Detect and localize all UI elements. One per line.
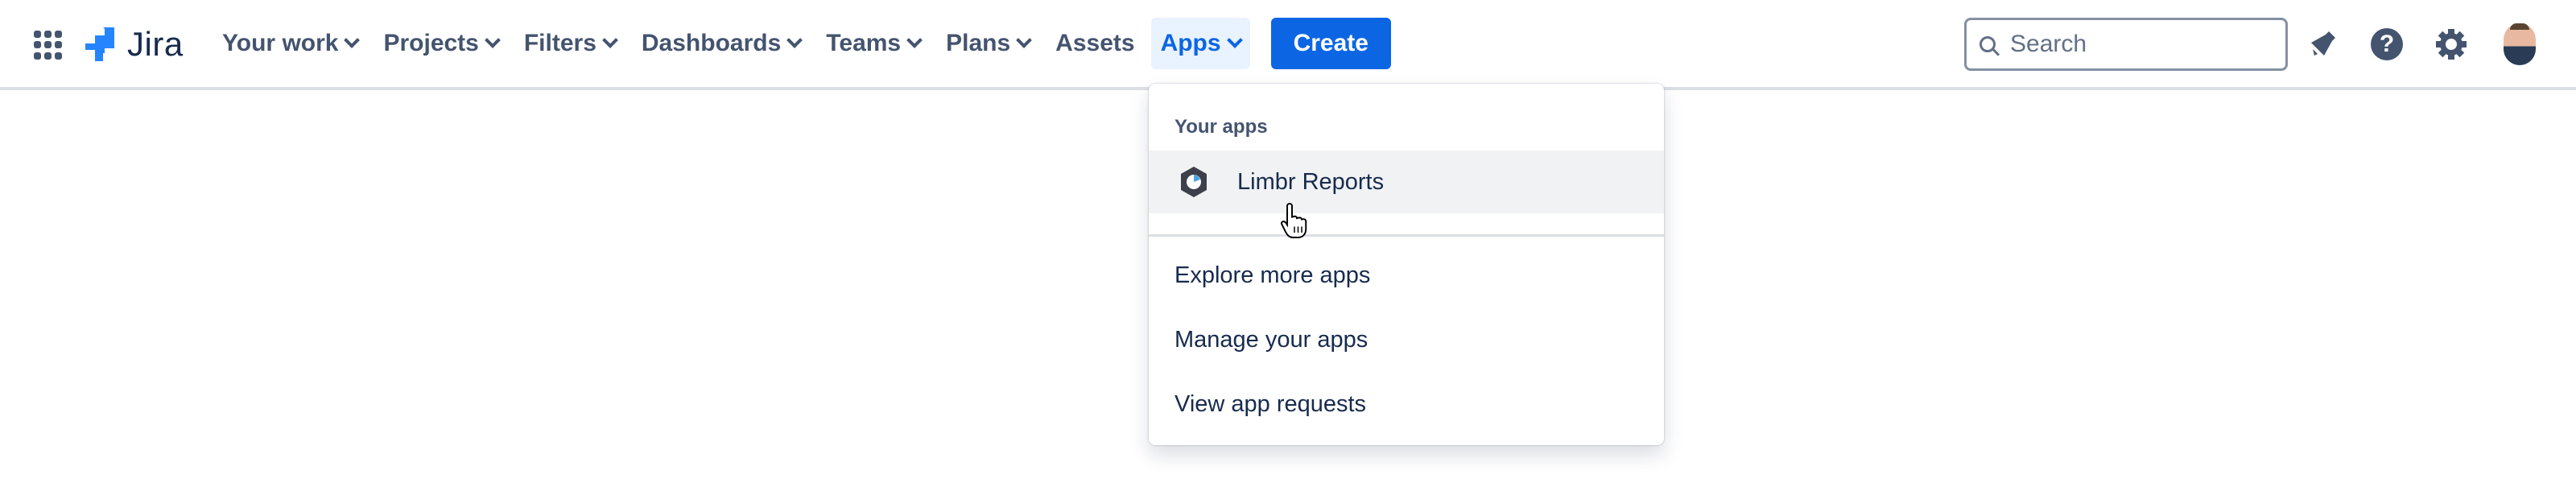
create-button[interactable]: Create	[1270, 18, 1391, 69]
nav-label: Teams	[826, 30, 902, 56]
search-input[interactable]	[2008, 30, 2269, 59]
chevron-down-icon	[1226, 32, 1243, 48]
help-button[interactable]: ?	[2367, 24, 2407, 64]
nav-label: Your work	[222, 30, 339, 56]
nav-plans[interactable]: Plans	[936, 18, 1039, 69]
search-icon	[1979, 36, 1996, 52]
nav-projects[interactable]: Projects	[374, 18, 507, 69]
nav-label: Apps	[1160, 30, 1221, 56]
nav-dashboards[interactable]: Dashboards	[632, 18, 810, 69]
nav-label: Projects	[383, 30, 479, 56]
nav-your-work[interactable]: Your work	[213, 18, 367, 69]
app-item-label: Limbr Reports	[1237, 168, 1385, 195]
nav-filters[interactable]: Filters	[514, 18, 625, 69]
nav-assets[interactable]: Assets	[1046, 18, 1144, 69]
nav-teams[interactable]: Teams	[816, 18, 930, 69]
nav-label: Assets	[1055, 30, 1135, 56]
hand-pointer-cursor-icon	[1280, 203, 1307, 238]
profile-button[interactable]	[2500, 23, 2540, 65]
explore-more-apps-link[interactable]: Explore more apps	[1149, 247, 1664, 303]
nav-label: Plans	[946, 30, 1011, 56]
search-box[interactable]	[1964, 18, 2288, 71]
apps-dropdown-menu: Your apps Limbr Reports Explore more app…	[1149, 84, 1664, 445]
nav-label: Filters	[523, 30, 597, 56]
chevron-down-icon	[344, 32, 361, 48]
main-nav: Your work Projects Filters Dashboards Te…	[213, 18, 1391, 69]
settings-icon	[2436, 29, 2467, 60]
notifications-icon	[2311, 31, 2335, 56]
jira-logo-icon	[85, 27, 114, 61]
help-icon: ?	[2371, 28, 2403, 60]
menu-item-label: View app requests	[1174, 390, 1367, 417]
chevron-down-icon	[484, 32, 501, 48]
your-apps-heading: Your apps	[1174, 116, 1268, 138]
chevron-down-icon	[786, 32, 803, 48]
menu-divider	[1149, 234, 1664, 237]
chevron-down-icon	[601, 32, 618, 48]
jira-logo[interactable]: Jira	[84, 24, 184, 64]
app-item-limbr-reports[interactable]: Limbr Reports	[1149, 151, 1664, 213]
settings-button[interactable]	[2431, 24, 2471, 64]
menu-item-label: Explore more apps	[1174, 262, 1371, 288]
menu-item-label: Manage your apps	[1174, 326, 1368, 353]
top-navigation-bar: Jira Your work Projects Filters Dashboar…	[0, 0, 2576, 90]
chevron-down-icon	[906, 32, 923, 48]
limbr-reports-icon	[1181, 167, 1207, 197]
avatar	[2504, 23, 2536, 65]
chevron-down-icon	[1016, 32, 1033, 48]
app-switcher-icon[interactable]	[34, 31, 63, 60]
nav-label: Dashboards	[641, 30, 782, 56]
notifications-button[interactable]	[2302, 24, 2343, 64]
nav-apps[interactable]: Apps	[1150, 18, 1250, 69]
manage-your-apps-link[interactable]: Manage your apps	[1149, 312, 1664, 368]
logo-text: Jira	[127, 25, 184, 63]
view-app-requests-link[interactable]: View app requests	[1149, 376, 1664, 432]
